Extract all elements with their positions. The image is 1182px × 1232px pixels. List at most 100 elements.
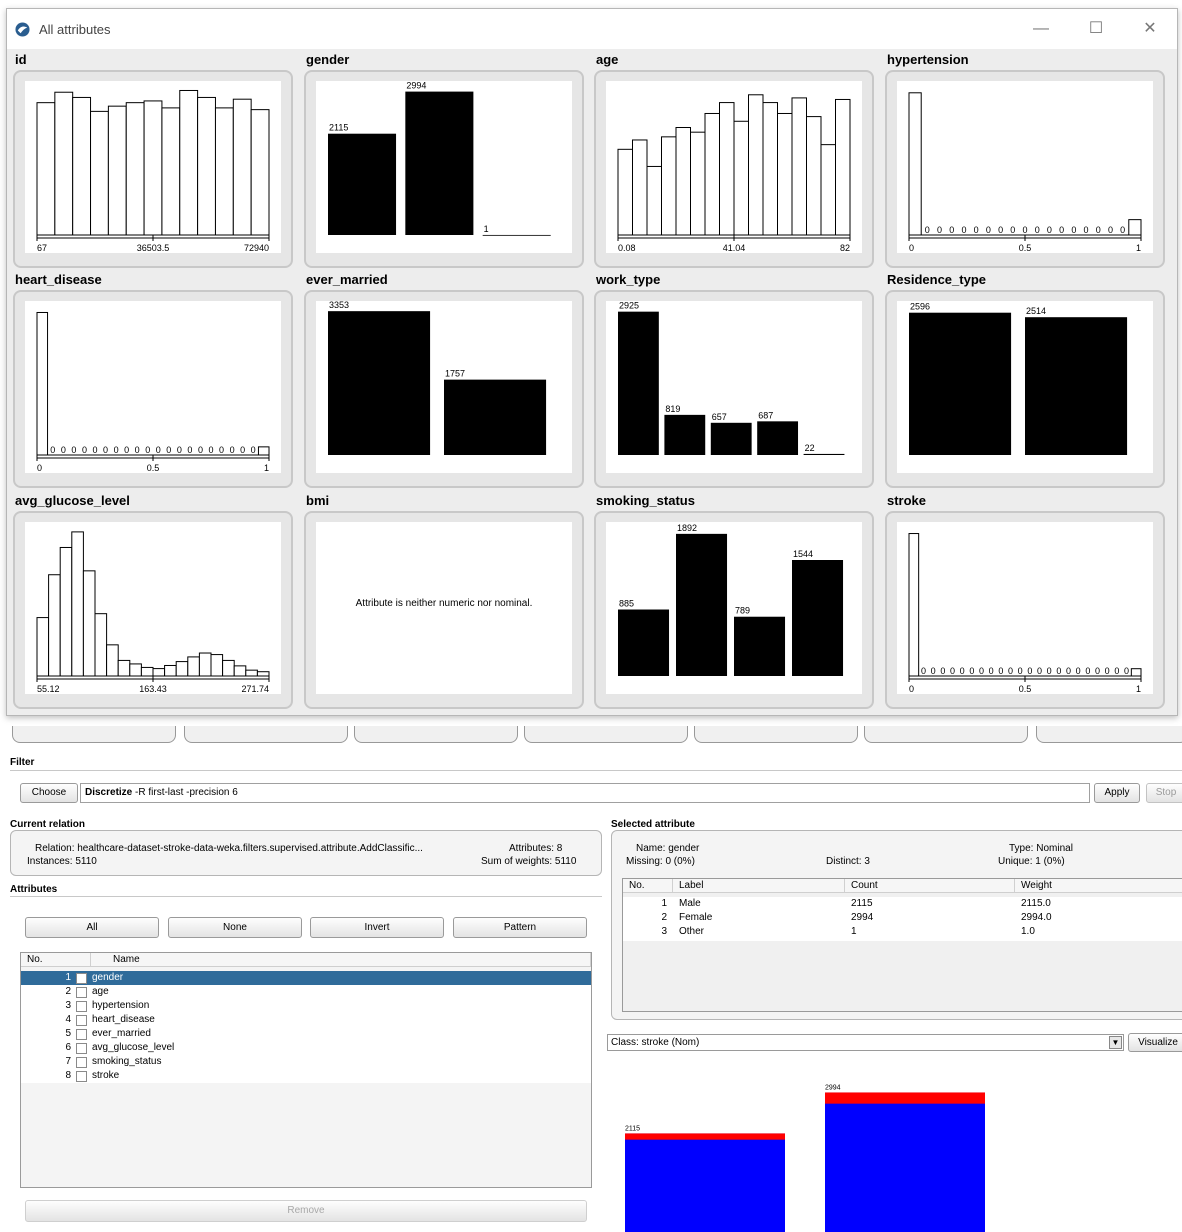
tab-remnant[interactable] [12, 726, 176, 743]
attr-cell-heart-disease[interactable]: heart_disease 0 0 0 0 0 0 0 0 0 0 0 0 0 0 0 0 0 0 0 0 0 0.5 1 [9, 272, 299, 492]
attr-col-no-header[interactable]: No. [21, 953, 91, 967]
bar [908, 92, 922, 236]
bar [48, 574, 61, 677]
tab-remnant[interactable] [184, 726, 348, 743]
select-none-button[interactable]: None [168, 917, 302, 938]
attr-cell-avg-glucose-level[interactable]: avg_glucose_level 55.12 163.43 271.74 [9, 493, 299, 713]
attribute-row[interactable]: 7 smoking_status [21, 1055, 591, 1069]
attribute-checkbox[interactable] [76, 1071, 87, 1082]
pattern-button[interactable]: Pattern [453, 917, 587, 938]
bar [733, 120, 749, 236]
bar [618, 311, 659, 455]
attr-cell-hypertension[interactable]: hypertension 0 0 0 0 0 0 0 0 0 0 0 0 0 0 0 0 0 0 0.5 1 [881, 52, 1171, 272]
zero-count-label: 0 [145, 445, 150, 455]
filter-field[interactable]: Discretize -R first-last -precision 6 [80, 783, 1090, 803]
attribute-row[interactable]: 1 gender [21, 971, 591, 985]
zero-count-label: 0 [921, 666, 926, 676]
attribute-row[interactable]: 3 hypertension [21, 999, 591, 1013]
attr-cell-bmi[interactable]: bmi Attribute is neither numeric nor nomi… [300, 493, 590, 713]
attr-cell-work-type[interactable]: work_type 2925 819 657 687 22 [590, 272, 880, 492]
zero-count-label: 0 [1085, 666, 1090, 676]
attr-cell-ever-married[interactable]: ever_married 3353 1757 [300, 272, 590, 492]
attribute-row[interactable]: 8 stroke [21, 1069, 591, 1083]
choose-button[interactable]: Choose [20, 783, 78, 803]
minimize-button[interactable]: — [1026, 17, 1056, 41]
bar [129, 663, 142, 677]
label-col-no-header[interactable]: No. [623, 879, 673, 893]
label-col-label-header[interactable]: Label [673, 879, 845, 893]
attribute-row-name: gender [92, 972, 124, 983]
bar [222, 659, 235, 677]
stop-button[interactable]: Stop [1146, 783, 1182, 803]
attribute-checkbox[interactable] [76, 1001, 87, 1012]
label-row[interactable]: 1 Male 2115 2115.0 [623, 897, 1182, 911]
attr-cell-gender[interactable]: gender 2115 2994 1 [300, 52, 590, 272]
axis-tick-label: 1 [264, 463, 269, 473]
attr-cell-residence-type[interactable]: Residence_type 2596 2514 [881, 272, 1171, 492]
bar [820, 144, 836, 236]
attribute-checkbox[interactable] [76, 1029, 87, 1040]
attr-cell-age[interactable]: age 0.08 41.04 82 [590, 52, 880, 272]
attribute-row[interactable]: 2 age [21, 985, 591, 999]
attr-cell-stroke[interactable]: stroke 0 0 0 0 0 0 0 0 0 0 0 0 0 0 0 0 0 0 0 0 0 0 0 0.5 1 [881, 493, 1171, 713]
attribute-checkbox[interactable] [76, 973, 87, 984]
attr-cell-id[interactable]: id 67 36503.5 72940 [9, 52, 299, 272]
remove-button[interactable]: Remove [25, 1200, 587, 1222]
attr-plot: 3353 1757 [316, 301, 572, 473]
label-row[interactable]: 3 Other 1 1.0 [623, 925, 1182, 939]
bar [175, 661, 189, 677]
bar [198, 652, 212, 677]
attribute-row-no: 1 [65, 972, 71, 983]
tab-remnant[interactable] [864, 726, 1028, 743]
close-button[interactable]: ✕ [1135, 17, 1165, 41]
zero-count-label: 0 [1027, 666, 1032, 676]
label-col-count-header[interactable]: Count [845, 879, 1015, 893]
attributes-count-text: Attributes: 8 [509, 843, 563, 854]
attr-chart: 0.08 41.04 82 [617, 94, 851, 253]
bar [328, 311, 431, 455]
attr-cell-frame: 2115 2994 1 [304, 70, 584, 268]
label-col-weight-header[interactable]: Weight [1015, 879, 1182, 893]
apply-button[interactable]: Apply [1094, 783, 1140, 803]
selected-missing-text: Missing: 0 (0%) [626, 856, 695, 867]
attribute-row[interactable]: 6 avg_glucose_level [21, 1041, 591, 1055]
attribute-row[interactable]: 5 ever_married [21, 1027, 591, 1041]
attr-cell-smoking-status[interactable]: smoking_status 885 1892 789 1544 [590, 493, 880, 713]
attr-col-name-header[interactable]: Name [91, 953, 591, 967]
bar [125, 102, 145, 236]
tab-remnant[interactable] [694, 726, 858, 743]
class-select[interactable]: Class: stroke (Nom) ▼ [607, 1034, 1124, 1051]
invert-selection-button[interactable]: Invert [310, 917, 444, 938]
label-row-weight: 2115.0 [1021, 898, 1051, 909]
label-table[interactable]: No. Label Count Weight 1 Male 2115 2115.0 2 F… [622, 878, 1182, 1012]
attribute-checkbox[interactable] [76, 1043, 87, 1054]
attribute-checkbox[interactable] [76, 987, 87, 998]
zero-count-label: 0 [950, 666, 955, 676]
bar [661, 136, 677, 236]
maximize-button[interactable]: ☐ [1081, 17, 1111, 41]
attribute-row[interactable]: 4 heart_disease [21, 1013, 591, 1027]
bar [757, 421, 799, 455]
label-row[interactable]: 2 Female 2994 2994.0 [623, 911, 1182, 925]
dropdown-arrow-icon[interactable]: ▼ [1109, 1036, 1122, 1049]
filter-header: Filter [10, 757, 35, 768]
attribute-list[interactable]: No. Name 1 gender 2 age 3 hypertension 4 heart_… [20, 952, 592, 1188]
bar [1128, 219, 1142, 236]
visualize-all-button[interactable]: Visualize [1128, 1033, 1182, 1052]
tab-remnant[interactable] [1036, 726, 1182, 743]
attribute-checkbox[interactable] [76, 1057, 87, 1068]
bar [664, 414, 706, 455]
bar-count-label: 22 [805, 443, 815, 453]
select-all-button[interactable]: All [25, 917, 159, 938]
label-row-no: 1 [661, 898, 667, 909]
tab-remnant[interactable] [354, 726, 518, 743]
current-relation-panel: Relation: healthcare-dataset-stroke-data… [10, 830, 602, 876]
tab-remnant[interactable] [524, 726, 688, 743]
bar [762, 102, 778, 236]
bar-count-label: 819 [665, 404, 680, 414]
attr-cell-frame: 885 1892 789 1544 [594, 511, 874, 709]
bar [676, 533, 728, 676]
attribute-checkbox[interactable] [76, 1015, 87, 1026]
window-titlebar[interactable]: All attributes — ☐ ✕ [7, 9, 1177, 49]
label-row-label: Other [679, 926, 705, 937]
